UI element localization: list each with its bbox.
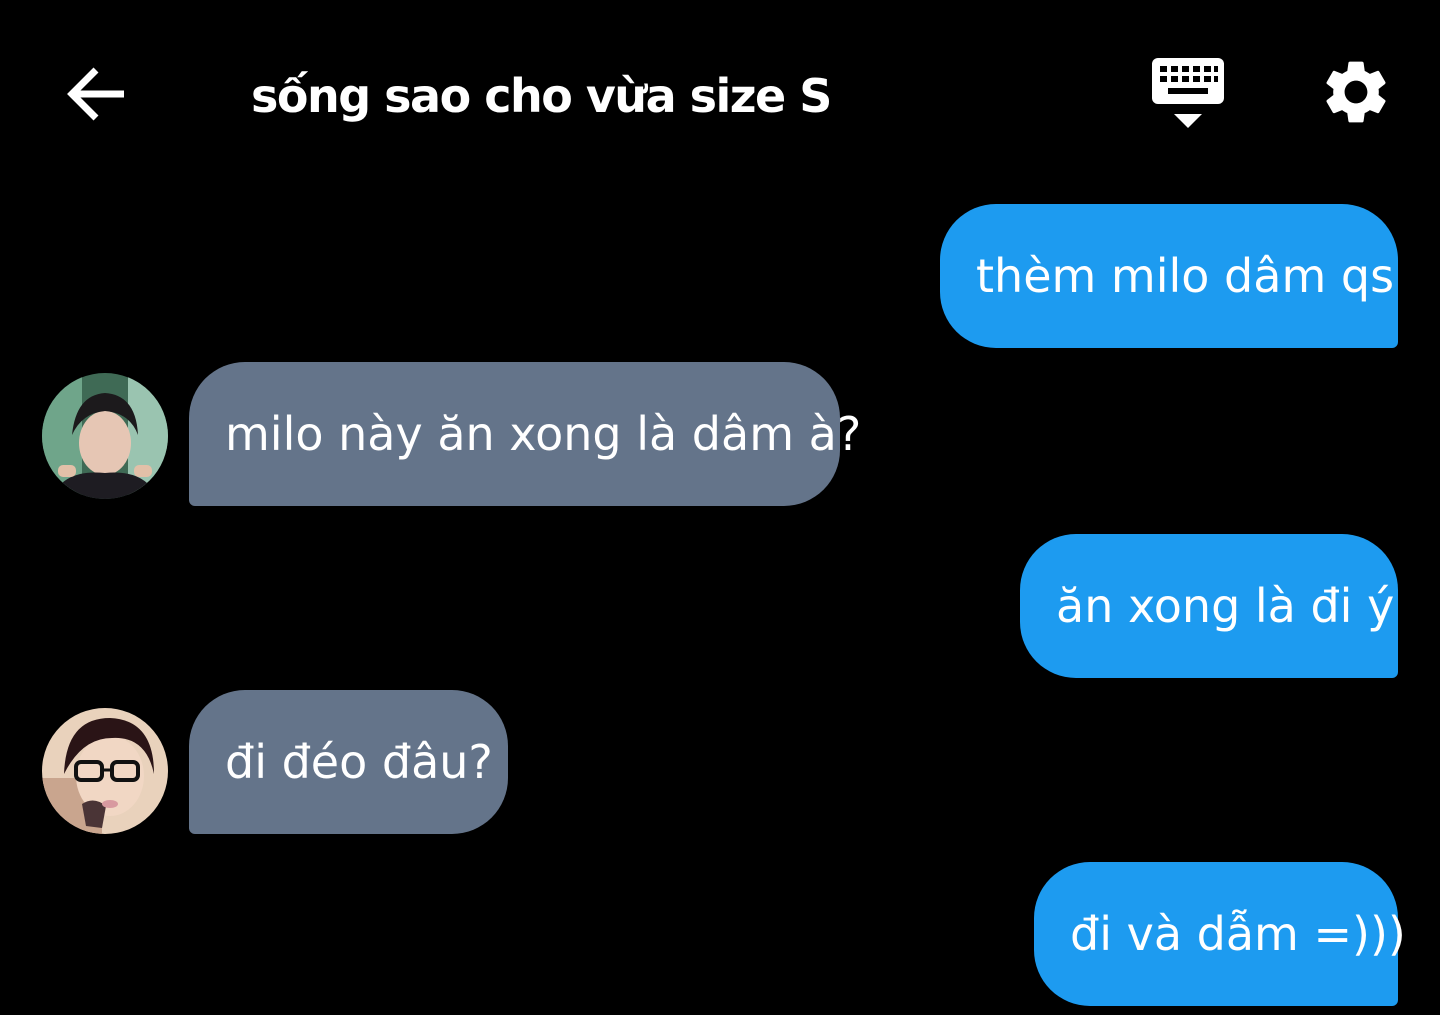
avatar-2-image — [42, 708, 168, 834]
outgoing-message[interactable]: thèm milo dâm qs — [940, 204, 1398, 348]
avatar-1-image — [42, 373, 168, 499]
outgoing-message[interactable]: đi và dẫm =))) — [1034, 862, 1406, 1006]
outgoing-message[interactable]: ăn xong là đi ý — [1020, 534, 1398, 678]
incoming-message[interactable]: đi đéo đâu? — [189, 690, 508, 834]
arrow-left-icon — [67, 67, 124, 121]
chat-header: sống sao cho vừa size S — [0, 0, 1440, 190]
gear-icon — [1326, 61, 1386, 123]
avatar[interactable] — [42, 373, 168, 499]
incoming-message[interactable]: milo này ăn xong là dâm à? — [189, 362, 861, 506]
chat-title: sống sao cho vừa size S — [251, 69, 832, 123]
settings-button[interactable] — [1318, 54, 1394, 130]
avatar[interactable] — [42, 708, 168, 834]
keyboard-toggle-button[interactable] — [1148, 56, 1228, 132]
back-button[interactable] — [62, 58, 134, 130]
keyboard-hide-icon — [1152, 58, 1224, 128]
